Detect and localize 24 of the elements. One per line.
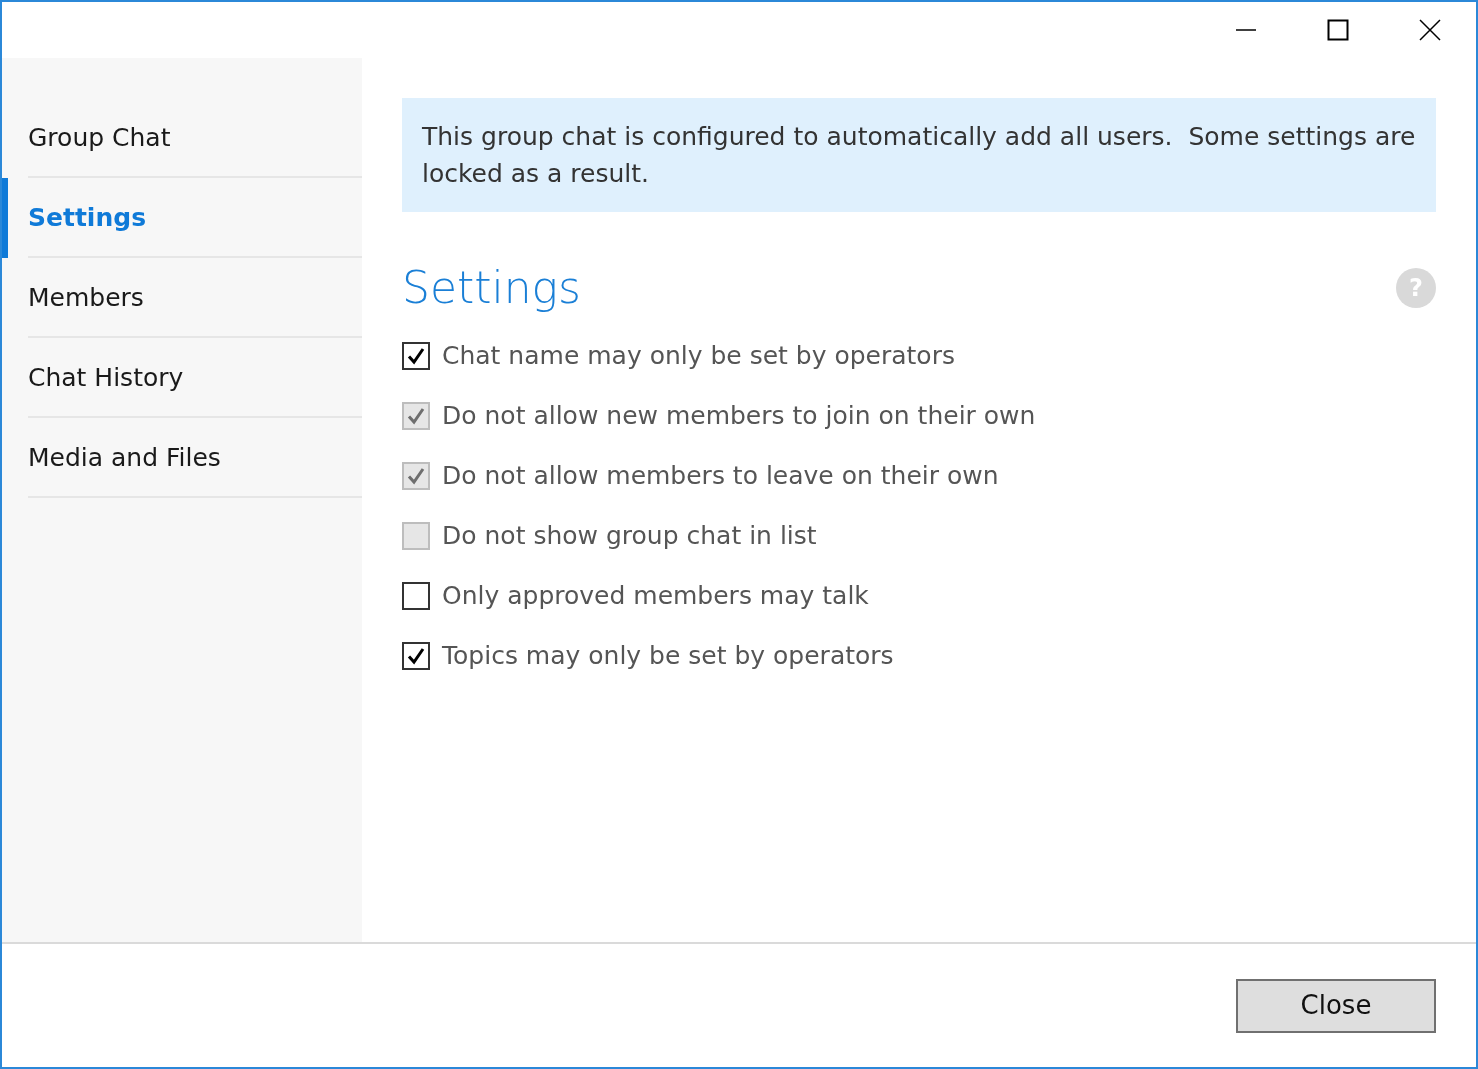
checkbox-label: Chat name may only be set by operators xyxy=(442,340,955,373)
checkbox[interactable] xyxy=(402,342,430,370)
sidebar-item[interactable]: Members xyxy=(2,258,362,338)
minimize-icon xyxy=(1236,29,1256,31)
checkmark-icon xyxy=(406,346,426,366)
checkmark-icon xyxy=(406,466,426,486)
checkbox-label: Only approved members may talk xyxy=(442,580,869,613)
checkbox-label: Do not allow new members to join on their own xyxy=(442,400,1036,433)
checkmark-icon xyxy=(406,406,426,426)
checkbox-label: Do not allow members to leave on their own xyxy=(442,460,999,493)
checkbox-label: Do not show group chat in list xyxy=(442,520,817,553)
sidebar-item[interactable]: Group Chat xyxy=(2,98,362,178)
checkbox-label: Topics may only be set by operators xyxy=(442,640,894,673)
sidebar-item[interactable]: Settings xyxy=(2,178,362,258)
checkbox[interactable] xyxy=(402,582,430,610)
sidebar-item[interactable]: Chat History xyxy=(2,338,362,418)
info-banner: This group chat is configured to automatically add all users. Some settings are locked as a result. xyxy=(402,98,1436,212)
maximize-icon xyxy=(1327,19,1349,41)
close-button[interactable]: Close xyxy=(1236,978,1436,1033)
section-heading: Settings xyxy=(402,261,581,315)
sidebar-item[interactable]: Media and Files xyxy=(2,418,362,498)
checkbox[interactable] xyxy=(402,642,430,670)
checkmark-icon xyxy=(406,646,426,666)
close-icon xyxy=(1419,19,1441,41)
